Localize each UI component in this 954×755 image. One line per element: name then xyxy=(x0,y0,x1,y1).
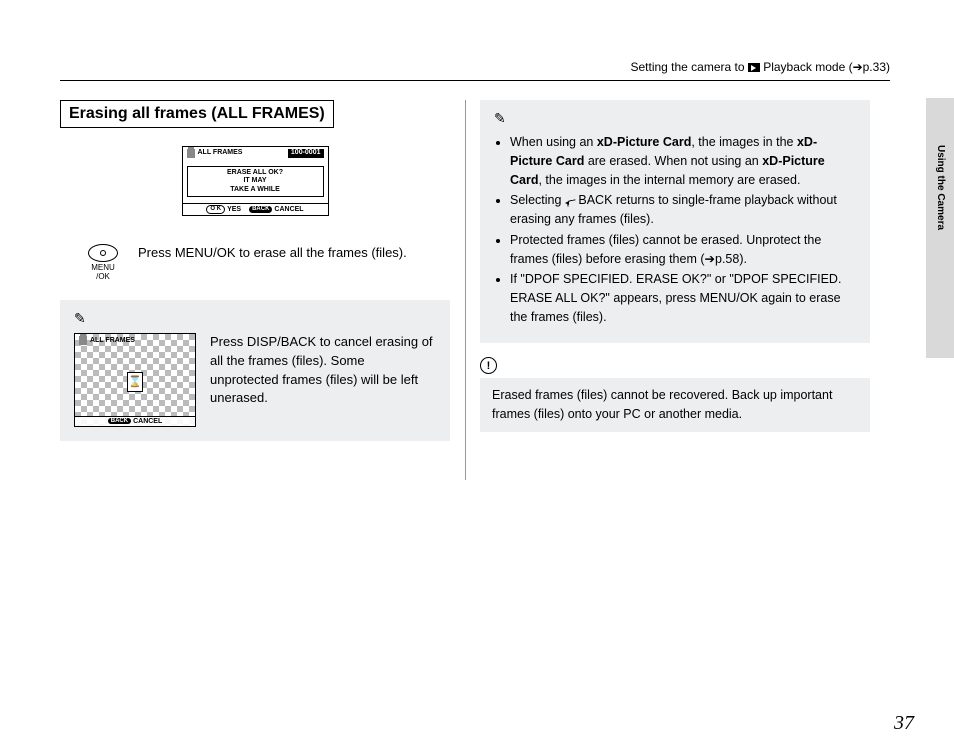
page-number: 37 xyxy=(894,712,914,735)
list-item: Selecting BACK returns to single-frame p… xyxy=(510,191,856,229)
lcd-cancel-label: CANCEL xyxy=(274,206,303,214)
memo-box-right: ✎ When using an xD-Picture Card, the ima… xyxy=(480,100,870,343)
column-divider xyxy=(465,100,466,480)
side-tab-label: Using the Camera xyxy=(935,145,946,230)
caution-icon: ! xyxy=(480,357,497,374)
trash-icon xyxy=(187,149,195,158)
list-item: When using an xD-Picture Card, the image… xyxy=(510,133,856,189)
lcd2-mode-label: ALL FRAMES xyxy=(90,337,135,344)
memo-icon: ✎ xyxy=(494,110,856,127)
lcd-ok-pill: O K xyxy=(206,205,225,214)
lcd-confirm-erase: ALL FRAMES 100-0001 ERASE ALL OK? IT MAY… xyxy=(182,146,329,216)
caution-text: Erased frames (files) cannot be recovere… xyxy=(480,378,870,432)
lcd-mode-label: ALL FRAMES xyxy=(198,149,243,157)
breadcrumb: Setting the camera to Playback mode (➔p.… xyxy=(630,60,890,74)
section-title: Erasing all frames (ALL FRAMES) xyxy=(60,100,334,128)
lcd2-back-pill: BACK xyxy=(108,418,131,424)
lcd-msg-line3: TAKE A WHILE xyxy=(188,186,323,194)
lcd-msg-line1: ERASE ALL OK? xyxy=(188,169,323,177)
lcd-msg-line2: IT MAY xyxy=(188,177,323,185)
caution-heading: ! xyxy=(480,357,870,375)
right-column: ✎ When using an xD-Picture Card, the ima… xyxy=(480,100,870,432)
trash-icon xyxy=(79,336,87,345)
memo-icon: ✎ xyxy=(74,310,436,327)
lcd-back-pill: BACK xyxy=(249,206,272,213)
list-item: Protected frames (files) cannot be erase… xyxy=(510,231,856,269)
step-text: Press MENU/OK to erase all the frames (f… xyxy=(138,244,450,263)
memo-bullet-list: When using an xD-Picture Card, the image… xyxy=(494,133,856,327)
lcd-yes-label: YES xyxy=(227,206,241,214)
menu-ok-button-icon: MENU /OK xyxy=(88,244,118,282)
breadcrumb-suffix: Playback mode (➔p.33) xyxy=(760,60,890,74)
page-content: Setting the camera to Playback mode (➔p.… xyxy=(60,50,890,700)
breadcrumb-prefix: Setting the camera to xyxy=(630,60,747,74)
instruction-step: MENU /OK Press MENU/OK to erase all the … xyxy=(88,244,450,282)
left-column: Erasing all frames (ALL FRAMES) ALL FRAM… xyxy=(60,100,450,441)
playback-icon xyxy=(748,63,760,72)
back-arrow-icon xyxy=(565,197,575,205)
memo-text-left: Press DISP/BACK to cancel erasing of all… xyxy=(210,333,436,408)
hourglass-icon xyxy=(127,372,143,392)
lcd-erasing-progress: ALL FRAMES BACK CANCEL xyxy=(74,333,196,427)
memo-box-left: ✎ ALL FRAMES BACK CANCEL Press DI xyxy=(60,300,450,441)
lcd-frame-counter: 100-0001 xyxy=(288,149,324,157)
lcd-message: ERASE ALL OK? IT MAY TAKE A WHILE xyxy=(187,166,324,197)
lcd2-cancel-label: CANCEL xyxy=(133,418,162,425)
list-item: If "DPOF SPECIFIED. ERASE OK?" or "DPOF … xyxy=(510,270,856,326)
menu-ok-label-2: /OK xyxy=(96,273,110,282)
header-rule xyxy=(60,80,890,81)
